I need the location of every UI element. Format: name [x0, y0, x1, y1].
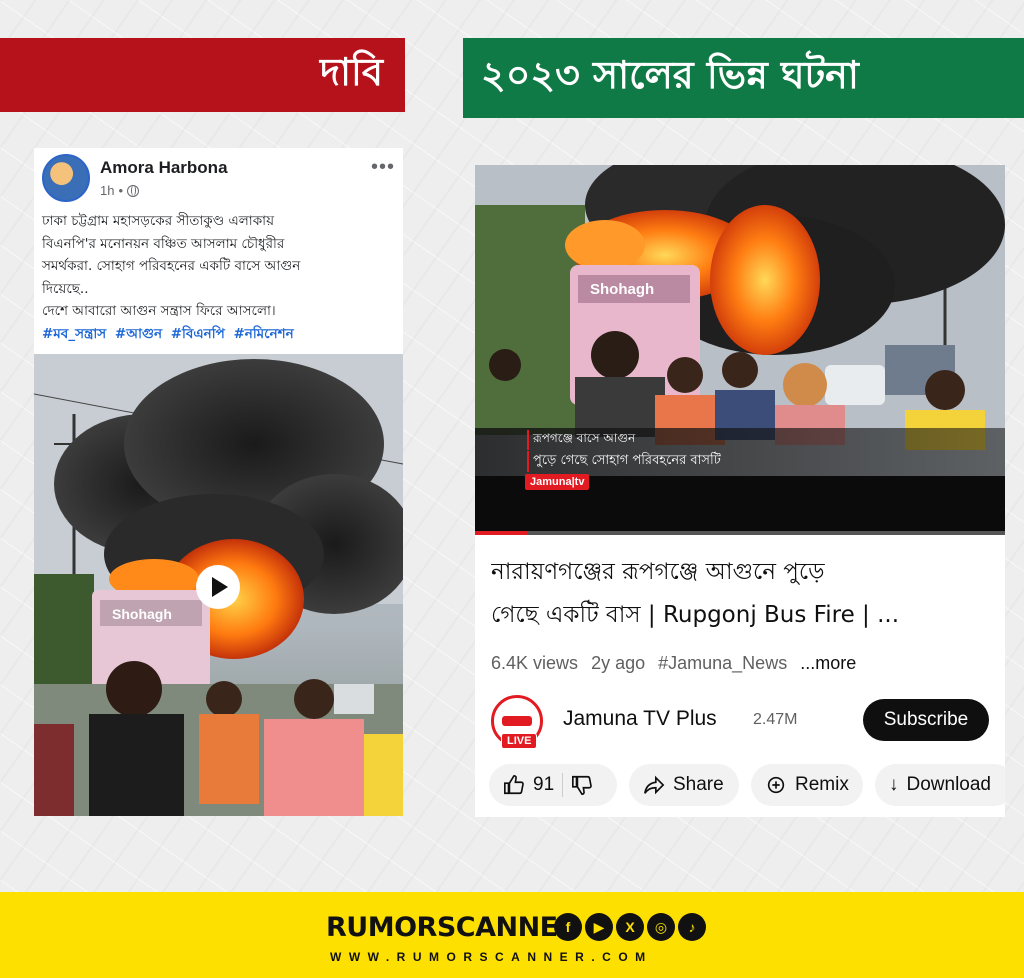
hashtag-link[interactable]: #আগুন: [115, 326, 162, 342]
hashtag-link[interactable]: #নমিনেশন: [233, 326, 293, 342]
hashtags: #মব_সন্ত্রাস #আগুন #বিএনপি #নমিনেশন: [42, 323, 397, 346]
view-count: 6.4K views: [491, 653, 579, 673]
news-ticker-headline: রূপগঞ্জে বাসে আগুন: [527, 430, 635, 450]
video-title-line: গেছে একটি বাস | Rupgonj Bus Fire | ...: [491, 602, 900, 628]
more-link[interactable]: ...more: [800, 653, 856, 673]
bus-label: Shohagh: [112, 606, 172, 622]
progress-fill: [475, 531, 528, 535]
subscribe-button[interactable]: Subscribe: [863, 699, 989, 741]
remix-icon: [767, 776, 785, 794]
website-url[interactable]: WWW.RUMORSCANNER.COM: [330, 950, 653, 964]
fact-label: ২০২৩ সালের ভিন্ন ঘটনা: [481, 53, 859, 97]
post-meta: 1h •: [100, 183, 140, 198]
share-button[interactable]: Share: [629, 764, 739, 806]
channel-name[interactable]: Jamuna TV Plus: [563, 707, 717, 731]
download-button[interactable]: ↓ Download: [875, 764, 1005, 806]
hashtag-link[interactable]: #বিএনপি: [171, 326, 225, 342]
remix-button[interactable]: Remix: [751, 764, 863, 806]
footer: RUMORSCANNER f ▶ X ◎ ♪ WWW.RUMORSCANNER.…: [0, 892, 1024, 978]
live-badge: LIVE: [501, 733, 538, 749]
post-text-line: দিয়েছে..: [42, 280, 89, 297]
video-stats: 6.4K views 2y ago #Jamuna_News ...more: [491, 653, 864, 674]
post-text-line: দেশে আবারো আগুন সন্ত্রাস ফিরে আসলো।: [42, 303, 276, 319]
share-icon: [644, 775, 665, 795]
subscriber-count: 2.47M: [753, 711, 798, 728]
more-options-icon[interactable]: •••: [371, 156, 395, 179]
author-name[interactable]: Amora Harbona: [100, 158, 228, 178]
download-icon: ↓: [889, 774, 899, 795]
bus-label: Shohagh: [590, 281, 654, 298]
avatar[interactable]: [42, 154, 90, 202]
post-video[interactable]: Shohagh: [34, 354, 403, 816]
facebook-icon[interactable]: f: [554, 913, 582, 941]
facebook-post-card: Amora Harbona 1h • ••• ঢাকা চট্টগ্রাম মহ…: [34, 148, 403, 816]
social-icons: f ▶ X ◎ ♪: [554, 913, 706, 941]
post-text-line: সমর্থকরা. সোহাগ পরিবহনের একটি বাসে আগুন: [42, 258, 301, 274]
claim-banner: দাবি: [0, 38, 405, 112]
like-count: 91: [533, 774, 555, 795]
news-ticker-subline: পুড়ে গেছে সোহাগ পরিবহনের বাসটি: [527, 451, 721, 472]
tiktok-icon[interactable]: ♪: [678, 913, 706, 941]
youtube-icon[interactable]: ▶: [585, 913, 613, 941]
instagram-icon[interactable]: ◎: [647, 913, 675, 941]
youtube-player[interactable]: Shohagh রূপগঞ্জে বাসে আগুন পুড়ে গেছে সো…: [475, 165, 1005, 535]
channel-watermark: Jamuna|tv: [525, 474, 590, 490]
video-info-panel: নারায়ণগঞ্জের রূপগঞ্জে আগুনে পুড়ে গেছে …: [475, 537, 1005, 817]
brand-name: RUMORSCANNER: [326, 912, 578, 943]
post-text-line: ঢাকা চট্টগ্রাম মহাসড়কের সীতাকুণ্ড এলাকা…: [42, 213, 275, 229]
dislike-icon[interactable]: [571, 774, 593, 796]
claim-label: দাবি: [319, 50, 383, 94]
video-title-line: নারায়ণগঞ্জের রূপগঞ্জে আগুনে পুড়ে: [491, 559, 825, 585]
youtube-video-card: Shohagh রূপগঞ্জে বাসে আগুন পুড়ে গেছে সো…: [475, 165, 1005, 817]
post-time[interactable]: 1h: [100, 183, 114, 198]
progress-bar[interactable]: [475, 531, 1005, 535]
channel-logo-icon: [502, 716, 532, 726]
like-dislike-pill: 91: [489, 764, 617, 806]
hashtag-link[interactable]: #Jamuna_News: [658, 653, 787, 673]
post-text-line: বিএনপি'র মনোনয়ন বঞ্চিত আসলাম চৌধুরীর: [42, 235, 285, 252]
fact-banner: ২০২৩ সালের ভিন্ন ঘটনা: [463, 38, 1024, 118]
meta-separator: •: [118, 183, 124, 198]
x-icon[interactable]: X: [616, 913, 644, 941]
like-icon[interactable]: [503, 774, 525, 796]
hashtag-link[interactable]: #মব_সন্ত্রাস: [42, 326, 106, 342]
channel-row: LIVE Jamuna TV Plus 2.47M Subscribe: [491, 695, 999, 751]
action-bar: 91 Share Remix ↓ Download: [489, 764, 1005, 808]
post-header: Amora Harbona 1h • •••: [42, 154, 397, 204]
upload-age: 2y ago: [591, 653, 646, 673]
post-text: ঢাকা চট্টগ্রাম মহাসড়কের সীতাকুণ্ড এলাকা…: [42, 210, 397, 345]
globe-icon: [127, 184, 140, 197]
video-title[interactable]: নারায়ণগঞ্জের রূপগঞ্জে আগুনে পুড়ে গেছে …: [491, 551, 991, 637]
share-label: Share: [673, 774, 724, 795]
download-label: Download: [906, 774, 992, 795]
divider: [562, 773, 564, 797]
play-button[interactable]: [196, 565, 240, 609]
remix-label: Remix: [795, 774, 849, 795]
